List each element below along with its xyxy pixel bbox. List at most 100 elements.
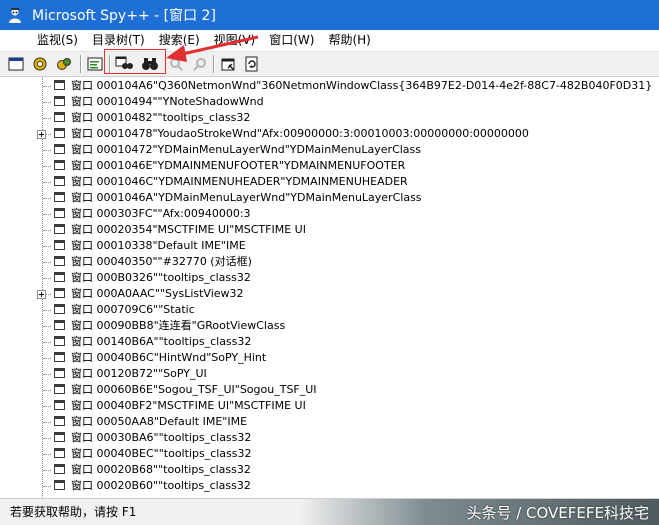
- tree-connector: [43, 358, 51, 359]
- tree-row[interactable]: 窗口 00020B68""tooltips_class32: [0, 462, 659, 478]
- menu-search[interactable]: 搜索(E): [152, 30, 207, 51]
- tree-row[interactable]: 窗口 00010478"YoudaoStrokeWnd"Afx:00900000…: [0, 126, 659, 142]
- tree-row-label: 窗口 00140B6A""tooltips_class32: [71, 335, 252, 348]
- tree-row[interactable]: 窗口 00040BEC""tooltips_class32: [0, 446, 659, 462]
- title-bar[interactable]: Microsoft Spy++ - [窗口 2]: [0, 0, 659, 30]
- tree-connector: [43, 230, 51, 231]
- window-node-icon: [54, 208, 65, 218]
- tree-row[interactable]: 窗口 000A0AAC""SysListView32: [0, 286, 659, 302]
- window-node-icon: [54, 464, 65, 474]
- menu-bar: 监视(S) 目录树(T) 搜索(E) 视图(V) 窗口(W) 帮助(H): [0, 30, 659, 52]
- window-tree[interactable]: 窗口 000104A6"Q360NetmonWnd"360NetmonWindo…: [0, 77, 659, 498]
- window-node-icon: [54, 288, 65, 298]
- window-node-icon: [54, 272, 65, 282]
- window-node-icon: [54, 176, 65, 186]
- tree-row[interactable]: 窗口 000709C6""Static: [0, 302, 659, 318]
- spy-app-icon: [9, 8, 21, 23]
- tree-connector: [43, 374, 51, 375]
- tree-row-label: 窗口 0001046E"YDMAINMENUFOOTER"YDMAINMENUF…: [71, 159, 406, 172]
- tree-row[interactable]: 窗口 00040350""#32770 (对话框): [0, 254, 659, 270]
- tree-row[interactable]: 窗口 000303FC""Afx:00940000:3: [0, 206, 659, 222]
- tree-row[interactable]: 窗口 00020354"MSCTFIME UI"MSCTFIME UI: [0, 222, 659, 238]
- find-previous-button[interactable]: [190, 54, 210, 74]
- properties-button[interactable]: [218, 54, 238, 74]
- tree-connector: [43, 470, 51, 471]
- window-node-icon: [54, 448, 65, 458]
- tree-row[interactable]: 窗口 0001046A"YDMainMenuLayerWnd"YDMainMen…: [0, 190, 659, 206]
- tree-row[interactable]: 窗口 00010472"YDMainMenuLayerWnd"YDMainMen…: [0, 142, 659, 158]
- window-node-icon: [54, 352, 65, 362]
- tree-row[interactable]: 窗口 00060B6E"Sogou_TSF_UI"Sogou_TSF_UI: [0, 382, 659, 398]
- menu-window[interactable]: 窗口(W): [262, 30, 321, 51]
- window-node-icon: [54, 384, 65, 394]
- status-bar: 若要获取帮助，请按 F1 头条号 / COVEFEFE科技宅: [0, 498, 659, 525]
- window-node-icon: [54, 368, 65, 378]
- tree-row[interactable]: 窗口 0001046E"YDMAINMENUFOOTER"YDMAINMENUF…: [0, 158, 659, 174]
- tree-row[interactable]: 窗口 00010338"Default IME"IME: [0, 238, 659, 254]
- message-log-icon: [87, 57, 103, 71]
- tree-connector: [43, 150, 51, 151]
- menu-tree[interactable]: 目录树(T): [85, 30, 152, 51]
- window-node-icon: [54, 432, 65, 442]
- tree-row-label: 窗口 000709C6""Static: [71, 303, 195, 316]
- tree-row[interactable]: 窗口 00140B6A""tooltips_class32: [0, 334, 659, 350]
- tree-row[interactable]: 窗口 00030BA6""tooltips_class32: [0, 430, 659, 446]
- tree-row[interactable]: 窗口 000104A6"Q360NetmonWnd"360NetmonWindo…: [0, 78, 659, 94]
- windows-view-button[interactable]: [6, 54, 26, 74]
- tree-row[interactable]: 窗口 00010494""YNoteShadowWnd: [0, 94, 659, 110]
- menu-monitor[interactable]: 监视(S): [30, 30, 85, 51]
- tree-row-label: 窗口 00010472"YDMainMenuLayerWnd"YDMainMen…: [71, 143, 422, 156]
- search-button[interactable]: [140, 54, 160, 74]
- menu-help[interactable]: 帮助(H): [321, 30, 377, 51]
- tree-connector: [43, 102, 51, 103]
- tree-connector: [43, 422, 51, 423]
- window-node-icon: [54, 144, 65, 154]
- refresh-button[interactable]: [242, 54, 262, 74]
- tree-connector: [43, 454, 51, 455]
- window-node-icon: [54, 416, 65, 426]
- window-node-icon: [54, 160, 65, 170]
- tree-connector: [43, 326, 51, 327]
- tree-row-label: 窗口 00020B60""tooltips_class32: [71, 479, 251, 492]
- find-next-button[interactable]: [166, 54, 186, 74]
- tree-row-label: 窗口 00010494""YNoteShadowWnd: [71, 95, 264, 108]
- menu-view[interactable]: 视图(V): [207, 30, 263, 51]
- tree-connector: [43, 406, 51, 407]
- tree-row[interactable]: 窗口 00120B72""SoPY_UI: [0, 366, 659, 382]
- messages-view-button[interactable]: [85, 54, 105, 74]
- tree-row-label: 窗口 000303FC""Afx:00940000:3: [71, 207, 251, 220]
- window-icon: [8, 57, 24, 71]
- tree-row[interactable]: 窗口 00020B60""tooltips_class32: [0, 478, 659, 494]
- properties-icon: [221, 58, 235, 71]
- window-node-icon: [54, 480, 65, 490]
- tree-connector: [43, 118, 51, 119]
- tree-row[interactable]: 窗口 0001046C"YDMAINMENUHEADER"YDMAINMENUH…: [0, 174, 659, 190]
- tree-row[interactable]: 窗口 00010482""tooltips_class32: [0, 110, 659, 126]
- window-node-icon: [54, 336, 65, 346]
- tree-row[interactable]: 窗口 00040B6C"HintWnd"SoPY_Hint: [0, 350, 659, 366]
- tree-row[interactable]: 窗口 000B0326""tooltips_class32: [0, 270, 659, 286]
- tree-row-label: 窗口 00040B6C"HintWnd"SoPY_Hint: [71, 351, 267, 364]
- window-node-icon: [54, 192, 65, 202]
- window-node-icon: [54, 320, 65, 330]
- tree-row[interactable]: 窗口 00040BF2"MSCTFIME UI"MSCTFIME UI: [0, 398, 659, 414]
- window-node-icon: [54, 304, 65, 314]
- expand-icon[interactable]: [37, 290, 46, 299]
- expand-icon[interactable]: [37, 130, 46, 139]
- threads-view-button[interactable]: [54, 54, 74, 74]
- find-window-button[interactable]: [114, 54, 134, 74]
- processes-view-button[interactable]: [30, 54, 50, 74]
- tree-connector: [43, 390, 51, 391]
- watermark: 头条号 / COVEFEFE科技宅: [466, 504, 649, 522]
- tree-row[interactable]: 窗口 00050AA8"Default IME"IME: [0, 414, 659, 430]
- tree-row[interactable]: 窗口 00090BB8"连连看"GRootViewClass: [0, 318, 659, 334]
- tree-connector: [43, 278, 51, 279]
- refresh-icon: [245, 56, 258, 72]
- window-node-icon: [54, 224, 65, 234]
- tree-row-label: 窗口 00040BF2"MSCTFIME UI"MSCTFIME UI: [71, 399, 306, 412]
- tree-row-label: 窗口 00030BA6""tooltips_class32: [71, 431, 252, 444]
- tree-row-label: 窗口 00040350""#32770 (对话框): [71, 255, 252, 268]
- window-node-icon: [54, 96, 65, 106]
- tree-row-label: 窗口 00020354"MSCTFIME UI"MSCTFIME UI: [71, 223, 306, 236]
- tree-row-label: 窗口 0001046C"YDMAINMENUHEADER"YDMAINMENUH…: [71, 175, 408, 188]
